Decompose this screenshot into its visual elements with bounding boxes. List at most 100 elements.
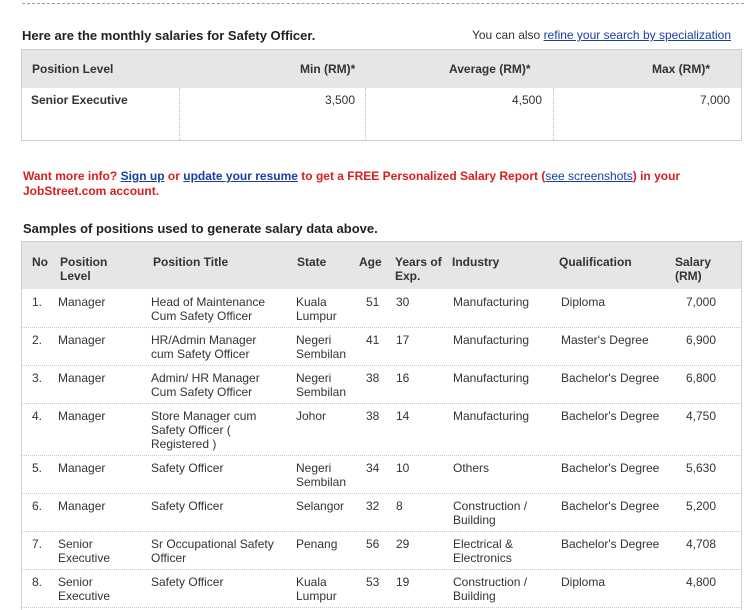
cell-years: 19 [396,575,410,589]
cell-state: Johor [296,409,327,423]
cell-years: 8 [396,499,403,513]
cell-age: 56 [366,537,380,551]
sign-up-link[interactable]: Sign up [121,169,165,183]
salary-report-promo: Want more info? Sign up or update your r… [23,169,681,198]
header-max: Max (RM)* [652,62,711,76]
cell-level: Manager [58,409,106,423]
cell-age: 53 [366,575,380,589]
header-min: Min (RM)* [300,62,356,76]
cell-industry: Manufacturing [453,333,530,347]
cell-no: 4. [32,409,43,423]
cell-title: Admin/ HR Manager Cum Safety Officer [151,371,260,399]
header-position-level: Position Level [32,62,114,76]
update-resume-link[interactable]: update your resume [183,169,298,183]
cell-years: 29 [396,537,410,551]
summary-average: 4,500 [511,93,542,107]
cell-age: 41 [366,333,380,347]
see-screenshots-link[interactable]: see screenshots [545,169,632,183]
cell-level: Manager [58,499,106,513]
cell-years: 16 [396,371,410,385]
cell-age: 51 [366,295,380,309]
cell-salary: 6,800 [685,371,716,385]
cell-salary: 6,900 [685,333,716,347]
cell-industry: Electrical & Electronics [453,537,514,565]
cell-industry: Manufacturing [453,371,530,385]
cell-salary: 5,200 [685,499,716,513]
cell-qualification: Diploma [561,295,606,309]
cell-title: Safety Officer [151,461,224,475]
header-position-level: Position Level [60,255,108,283]
cell-level: Manager [58,461,106,475]
cell-qualification: Bachelor's Degree [561,537,660,551]
column-divider [553,88,554,140]
column-divider [179,88,180,140]
cell-title: Store Manager cum Safety Officer ( Regis… [151,409,257,451]
header-industry: Industry [452,255,500,269]
cell-state: Negeri Sembilan [296,333,347,361]
cell-level: Senior Executive [58,537,111,565]
table-row: 4. Manager Store Manager cum Safety Offi… [22,403,741,456]
summary-max: 7,000 [699,93,730,107]
cell-state: Selangor [296,499,345,513]
table-row: 6. Manager Safety Officer Selangor 32 8 … [22,493,741,532]
table-row: 7. Senior Executive Sr Occupational Safe… [22,531,741,570]
table-row: 2. Manager HR/Admin Manager cum Safety O… [22,327,741,366]
samples-header: No Position Level Position Title State A… [22,242,741,289]
cell-industry: Manufacturing [453,295,530,309]
cell-qualification: Diploma [561,575,606,589]
cell-title: Safety Officer [151,575,224,589]
header-salary: Salary (RM) [675,255,712,283]
table-row: 5. Manager Safety Officer Negeri Sembila… [22,455,741,494]
cell-salary: 4,800 [685,575,716,589]
cell-no: 7. [32,537,43,551]
cell-qualification: Bachelor's Degree [561,499,660,513]
cell-no: 6. [32,499,43,513]
cell-no: 3. [32,371,43,385]
cell-title: Safety Officer [151,499,224,513]
cell-qualification: Master's Degree [561,333,649,347]
cell-age: 38 [366,371,380,385]
cell-salary: 4,708 [685,537,716,551]
cell-industry: Construction / Building [453,499,528,527]
salary-summary-table: Position Level Min (RM)* Average (RM)* M… [21,49,742,141]
cell-state: Kuala Lumpur [296,295,337,323]
cell-state: Kuala Lumpur [296,575,337,603]
cell-years: 17 [396,333,410,347]
cell-years: 10 [396,461,410,475]
summary-min: 3,500 [324,93,355,107]
cell-age: 32 [366,499,380,513]
cell-age: 38 [366,409,380,423]
cell-no: 8. [32,575,43,589]
samples-title: Samples of positions used to generate sa… [23,221,378,236]
cell-salary: 5,630 [685,461,716,475]
cell-salary: 4,750 [685,409,716,423]
cell-no: 1. [32,295,43,309]
top-divider [22,3,744,4]
cell-no: 5. [32,461,43,475]
header-years-exp: Years of Exp. [395,255,442,283]
cell-industry: Construction / Building [453,575,528,603]
cell-qualification: Bachelor's Degree [561,461,660,475]
cell-level: Manager [58,295,106,309]
summary-level: Senior Executive [31,93,128,107]
cell-level: Manager [58,333,106,347]
page-title: Here are the monthly salaries for Safety… [22,28,316,43]
cell-state: Penang [296,537,338,551]
header-state: State [297,255,327,269]
refine-search-link[interactable]: refine your search by specialization [544,28,731,42]
cell-industry: Manufacturing [453,409,530,423]
header-age: Age [359,255,382,269]
cell-level: Manager [58,371,106,385]
cell-industry: Others [453,461,490,475]
header-qualification: Qualification [559,255,632,269]
samples-table: No Position Level Position Title State A… [21,241,742,610]
refine-search-text: You can also refine your search by speci… [471,28,731,42]
cell-qualification: Bachelor's Degree [561,371,660,385]
cell-state: Negeri Sembilan [296,371,347,399]
table-row: 3. Manager Admin/ HR Manager Cum Safety … [22,365,741,404]
column-divider [365,88,366,140]
salary-summary-header: Position Level Min (RM)* Average (RM)* M… [22,50,741,88]
header-position-title: Position Title [153,255,229,269]
cell-title: Head of Maintenance Cum Safety Officer [151,295,266,323]
table-row: 1. Manager Head of Maintenance Cum Safet… [22,289,741,328]
